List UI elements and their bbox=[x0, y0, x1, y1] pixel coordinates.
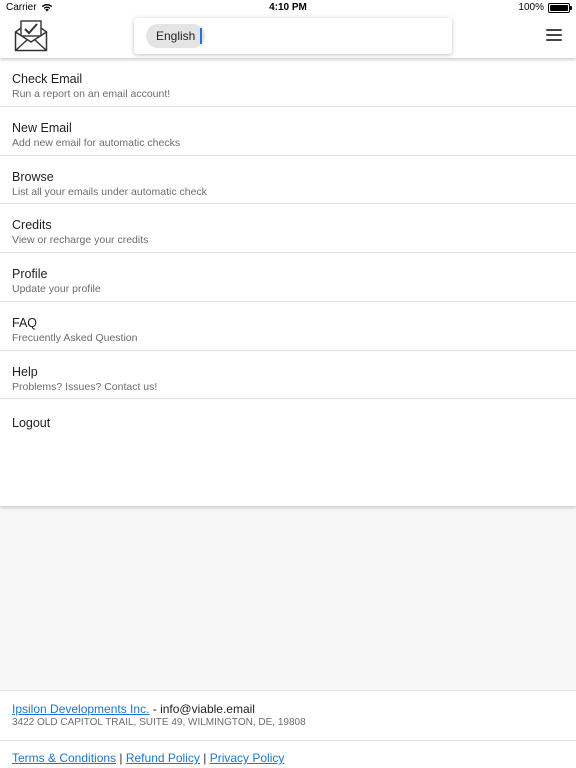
menu-icon-line bbox=[546, 39, 562, 41]
menu-item-title: Logout bbox=[12, 416, 51, 431]
contact-email: info@viable.email bbox=[160, 702, 255, 716]
footer-divider bbox=[0, 740, 576, 741]
menu-item-help[interactable]: Help Problems? Issues? Contact us! bbox=[0, 351, 576, 400]
battery-indicator: 100% bbox=[518, 2, 572, 13]
footer-links: Terms & Conditions | Refund Policy | Pri… bbox=[12, 751, 284, 765]
page-footer: Ipsilon Developments Inc. - info@viable.… bbox=[0, 690, 576, 768]
menu-item-check-email[interactable]: Check Email Run a report on an email acc… bbox=[0, 58, 576, 107]
battery-icon bbox=[548, 2, 572, 13]
language-chip[interactable]: English bbox=[146, 24, 206, 48]
battery-fill bbox=[550, 4, 568, 11]
company-separator: - bbox=[149, 702, 161, 716]
app-header: English bbox=[0, 16, 576, 58]
menu-item-subtitle: Run a report on an email account! bbox=[12, 88, 171, 100]
link-separator: | bbox=[116, 751, 126, 765]
menu-item-title: Browse bbox=[12, 169, 54, 184]
menu-item-new-email[interactable]: New Email Add new email for automatic ch… bbox=[0, 107, 576, 156]
menu-item-credits[interactable]: Credits View or recharge your credits bbox=[0, 204, 576, 253]
menu-item-subtitle: Frecuently Asked Question bbox=[12, 331, 138, 344]
menu-item-faq[interactable]: FAQ Frecuently Asked Question bbox=[0, 302, 576, 351]
link-separator: | bbox=[199, 751, 210, 765]
menu-item-title: New Email bbox=[12, 120, 72, 135]
menu-item-subtitle: Add new email for automatic checks bbox=[12, 136, 181, 149]
menu-item-title: FAQ bbox=[12, 315, 38, 330]
menu-item-subtitle: View or recharge your credits bbox=[12, 234, 149, 247]
footer-company-line: Ipsilon Developments Inc. - info@viable.… bbox=[12, 702, 255, 716]
company-link[interactable]: Ipsilon Developments Inc. bbox=[12, 702, 149, 716]
envelope-check-icon[interactable] bbox=[14, 20, 48, 52]
terms-link[interactable]: Terms & Conditions bbox=[12, 751, 116, 765]
refund-policy-link[interactable]: Refund Policy bbox=[126, 751, 200, 765]
battery-percent: 100% bbox=[518, 2, 544, 13]
main-menu: Check Email Run a report on an email acc… bbox=[0, 58, 576, 506]
menu-item-title: Credits bbox=[12, 218, 52, 233]
menu-item-browse[interactable]: Browse List all your emails under automa… bbox=[0, 156, 576, 205]
menu-item-subtitle: Update your profile bbox=[12, 283, 101, 295]
menu-item-profile[interactable]: Profile Update your profile bbox=[0, 253, 576, 302]
menu-item-title: Check Email bbox=[12, 72, 83, 86]
menu-item-subtitle: Problems? Issues? Contact us! bbox=[12, 380, 158, 393]
hamburger-menu-icon[interactable] bbox=[546, 29, 562, 43]
language-search-box[interactable]: English bbox=[134, 18, 452, 54]
menu-item-title: Help bbox=[12, 364, 38, 379]
status-time: 4:10 PM bbox=[269, 2, 307, 13]
menu-item-logout[interactable]: Logout bbox=[0, 399, 576, 448]
privacy-policy-link[interactable]: Privacy Policy bbox=[210, 751, 285, 765]
menu-item-subtitle: List all your emails under automatic che… bbox=[12, 185, 207, 198]
company-address: 3422 OLD CAPITOL TRAIL, SUITE 49, WILMIN… bbox=[12, 717, 306, 728]
menu-icon-line bbox=[546, 34, 562, 36]
menu-item-title: Profile bbox=[12, 267, 48, 281]
status-bar: Carrier 4:10 PM 100% bbox=[0, 0, 576, 16]
menu-icon-line bbox=[546, 29, 562, 31]
language-search-input[interactable] bbox=[200, 26, 430, 46]
